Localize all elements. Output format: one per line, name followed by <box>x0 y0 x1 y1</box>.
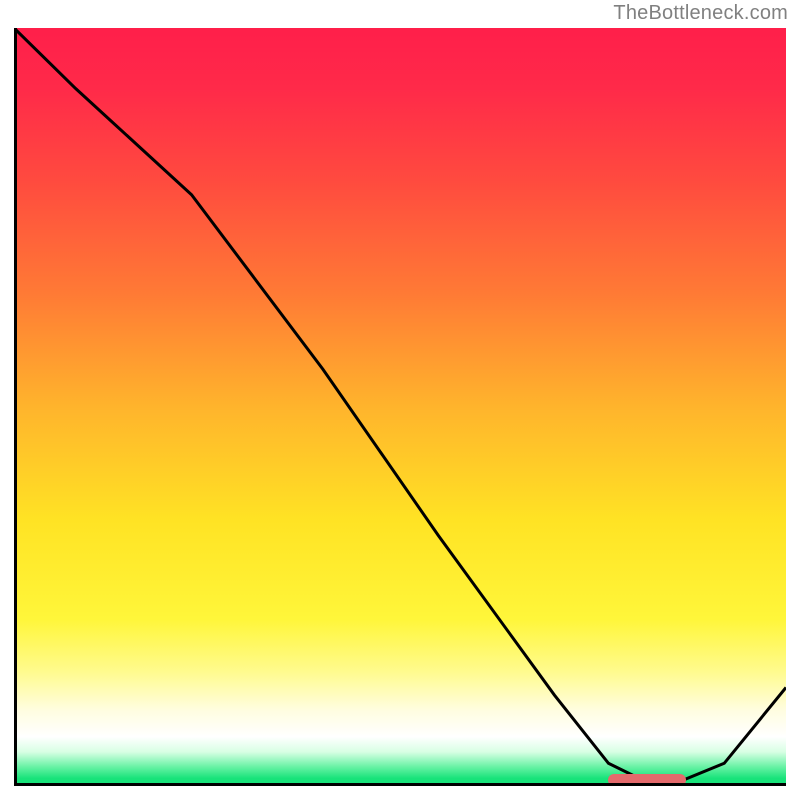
attribution-text: TheBottleneck.com <box>613 2 788 25</box>
plot-area <box>14 28 786 786</box>
y-axis <box>14 28 17 786</box>
x-axis <box>14 783 786 786</box>
bottleneck-curve <box>14 28 786 786</box>
